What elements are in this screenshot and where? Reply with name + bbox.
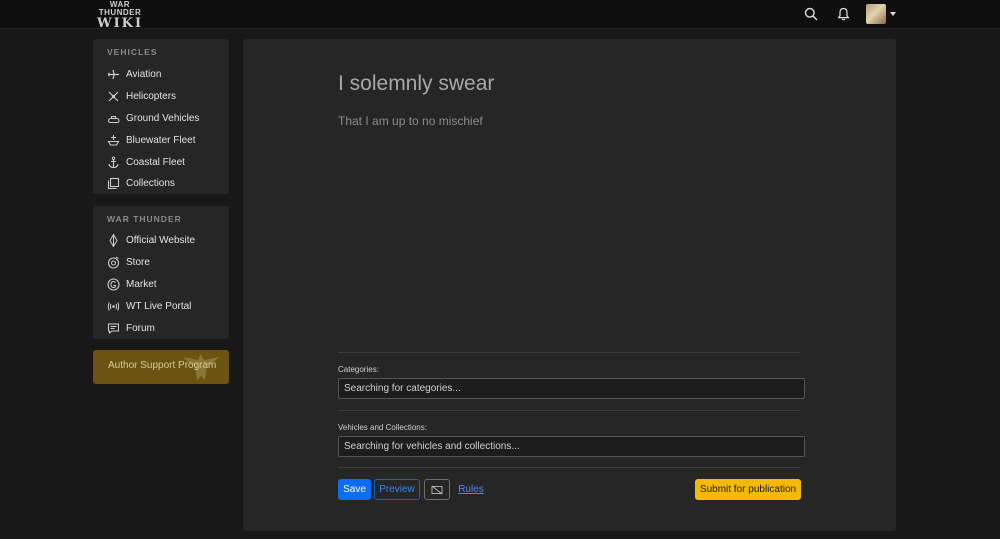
hide-preview-button[interactable] [424,479,450,500]
sidebar-item-collections[interactable]: Collections [93,173,229,195]
sidebar-item-aviation[interactable]: Aviation [93,64,229,86]
sidebar-item-forum[interactable]: Forum [93,317,229,339]
sidebar-item-helicopters[interactable]: Helicopters [93,86,229,108]
vehicles-collections-label: Vehicles and Collections: [338,423,427,432]
sidebar-vehicles: VEHICLES Aviation Helicopters Ground Veh… [93,39,229,194]
sidebar-item-label: Market [126,278,157,290]
broadcast-icon [107,302,120,311]
logo-line2: WIKI [96,16,144,31]
sidebar-item-label: WT Live Portal [126,300,192,312]
sidebar-item-label: Coastal Fleet [126,156,185,168]
sidebar-item-official-website[interactable]: Official Website [93,230,229,252]
sidebar-item-label: Bluewater Fleet [126,134,196,146]
sidebar-item-market[interactable]: Market [93,274,229,296]
sidebar-item-label: Helicopters [126,91,177,103]
sidebar-item-ground-vehicles[interactable]: Ground Vehicles [93,108,229,130]
rules-link[interactable]: Rules [455,479,487,500]
divider [338,410,800,411]
wiki-logo[interactable]: WAR THUNDER WIKI [92,0,148,31]
save-button[interactable]: Save [338,479,371,500]
sidebar-item-coastal-fleet[interactable]: Coastal Fleet [93,151,229,173]
article-title-input[interactable] [338,69,798,99]
bell-icon[interactable] [834,5,852,23]
sidebar-item-wt-live-portal[interactable]: WT Live Portal [93,295,229,317]
logo-line1: WAR THUNDER [98,0,142,17]
tank-icon [107,115,120,123]
sidebar-item-label: Collections [126,178,175,190]
divider [338,352,800,353]
top-actions [802,3,896,25]
sidebar-section-title: VEHICLES [107,47,158,57]
chevron-down-icon[interactable] [890,12,896,16]
avatar[interactable] [866,4,886,24]
article-body-placeholder[interactable]: That I am up to no mischief [338,114,483,128]
sidebar-item-label: Official Website [126,235,196,247]
sidebar-war-thunder: WAR THUNDER Official Website Store Marke… [93,206,229,339]
submit-for-publication-button[interactable]: Submit for publication [695,479,801,500]
divider [338,467,800,468]
forum-icon [108,323,119,334]
collections-icon [107,178,120,190]
sidebar-item-label: Store [126,257,150,269]
author-support-label: Author Support Program [108,360,217,371]
sidebar-item-label: Aviation [126,69,162,81]
search-icon[interactable] [802,5,820,23]
sidebar-item-label: Ground Vehicles [126,112,200,124]
sidebar-item-store[interactable]: Store [93,252,229,274]
author-support-button[interactable]: Author Support Program [93,350,229,384]
article-editor: That I am up to no mischief Categories: … [243,39,896,531]
helicopter-icon [108,91,119,102]
sidebar-item-label: Forum [126,322,155,334]
vehicles-collections-search-input[interactable] [338,436,805,457]
sidebar-item-bluewater-fleet[interactable]: Bluewater Fleet [93,129,229,151]
preview-button[interactable]: Preview [374,479,420,500]
top-navbar: WAR THUNDER WIKI [0,0,1000,31]
store-icon [107,256,120,269]
sidebar-section-title: WAR THUNDER [107,214,182,224]
website-icon [109,234,118,248]
eye-off-icon [431,485,443,494]
categories-label: Categories: [338,365,379,374]
categories-search-input[interactable] [338,378,805,399]
ship-icon [107,134,120,146]
anchor-icon [108,156,119,168]
market-icon [107,278,120,291]
plane-icon [108,70,119,80]
